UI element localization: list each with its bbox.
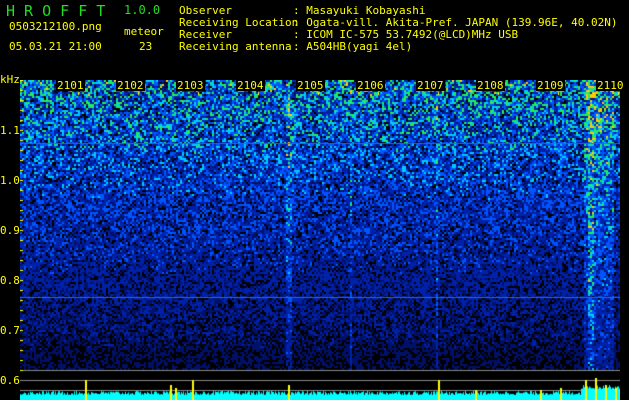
minute-label: 2101	[56, 79, 85, 92]
y-axis-unit: kHz	[0, 73, 20, 86]
minute-label: 2107	[416, 79, 445, 92]
y-tick-0.8: 0.8	[0, 274, 20, 287]
meteor-label: meteor	[124, 25, 164, 38]
file-datetime: 05.03.21 21:00	[9, 40, 102, 53]
minute-label: 2105	[296, 79, 325, 92]
minute-label: 2102	[116, 79, 145, 92]
file-name: 0503212100.png	[9, 20, 102, 33]
y-tick-1.1: 1.1	[0, 124, 20, 137]
spectrogram	[20, 80, 620, 400]
minute-label: 2109	[536, 79, 565, 92]
y-tick-0.9: 0.9	[0, 224, 20, 237]
minute-label: 2108	[476, 79, 505, 92]
antenna-value: : A504HB(yagi 4el)	[293, 40, 413, 53]
antenna-label: Receiving antenna	[179, 40, 292, 53]
minute-label: 2104	[236, 79, 265, 92]
meteor-count: 23	[139, 40, 153, 53]
app-version: 1.0.0	[124, 3, 161, 17]
y-tick-1.0: 1.0	[0, 174, 20, 187]
y-tick-0.7: 0.7	[0, 324, 20, 337]
minute-label: 2110	[596, 79, 625, 92]
y-tick-0.6: 0.6	[0, 374, 20, 387]
app-title: H R O F F T	[6, 2, 106, 20]
minute-label: 2103	[176, 79, 205, 92]
minute-label: 2106	[356, 79, 385, 92]
